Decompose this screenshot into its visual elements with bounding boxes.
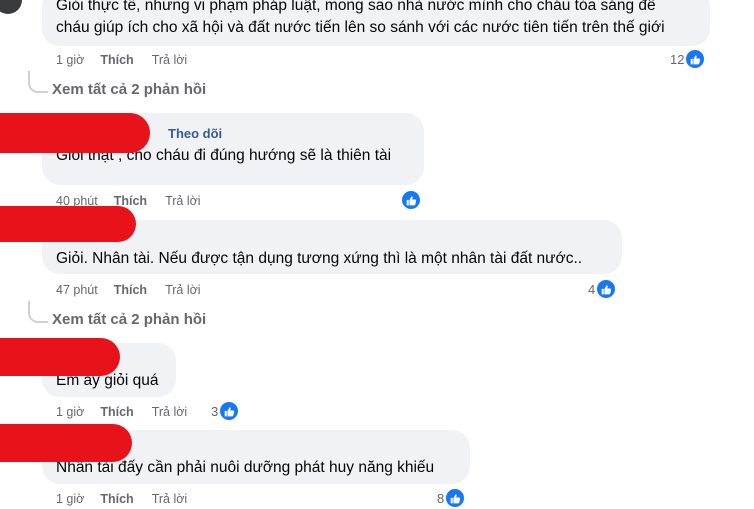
like-thumbs-up-icon	[444, 487, 467, 509]
reaction-count[interactable]: 12	[670, 48, 707, 70]
comment-text: Giỏi. Nhân tài. Nếu được tận dụng tương …	[56, 250, 583, 267]
comment-timestamp[interactable]: 1 giờ	[56, 53, 84, 67]
view-replies-label: Xem tất cả 2 phản hồi	[52, 81, 207, 98]
view-replies-link[interactable]: Xem tất cả 2 phản hồi	[28, 71, 207, 98]
like-button[interactable]: Thích	[100, 405, 133, 419]
reply-button[interactable]: Trả lời	[152, 492, 188, 506]
reply-button[interactable]: Trả lời	[152, 405, 188, 419]
comment-meta: 47 phút Thích Trả lời	[56, 280, 219, 300]
comment-timestamp[interactable]: 1 giờ	[56, 492, 84, 506]
thread-connector	[28, 71, 48, 93]
comment-text: cháu giúp ích cho xã hội và đất nước tiế…	[56, 19, 665, 36]
thread-connector	[28, 301, 48, 323]
comment-timestamp[interactable]: 47 phút	[56, 283, 98, 297]
like-button[interactable]: Thích	[100, 492, 133, 506]
reaction-count[interactable]: 4	[588, 278, 618, 300]
like-thumbs-up-icon	[400, 189, 422, 211]
view-replies-link[interactable]: Xem tất cả 2 phản hồi	[28, 301, 207, 328]
redacted-author-name	[0, 424, 132, 462]
like-button[interactable]: Thích	[100, 53, 133, 67]
reply-button[interactable]: Trả lời	[152, 53, 188, 67]
reaction-count-value: 12	[670, 51, 685, 67]
comment-bubble: Giỏi thực tế, nhưng vi phạm pháp luật, m…	[42, 0, 710, 46]
reply-button[interactable]: Trả lời	[165, 194, 201, 208]
reaction-count-value: 4	[588, 281, 596, 297]
like-button[interactable]: Thích	[114, 283, 147, 297]
view-replies-label: Xem tất cả 2 phản hồi	[52, 311, 207, 328]
avatar[interactable]	[0, 0, 22, 14]
comment-text: Giỏi thực tế, nhưng vi phạm pháp luật, m…	[56, 0, 656, 14]
like-thumbs-up-icon	[595, 278, 618, 300]
redacted-author-name	[0, 206, 136, 242]
comment-timestamp[interactable]: 1 giờ	[56, 405, 84, 419]
reaction-count[interactable]	[400, 189, 422, 211]
reaction-count-value: 8	[437, 490, 445, 506]
comment-meta: 1 giờ Thích Trả lời	[56, 50, 205, 70]
redacted-author-name	[0, 113, 150, 153]
follow-button[interactable]: Theo dõi	[168, 123, 222, 144]
comment-meta: 1 giờ Thích Trả lời	[56, 402, 205, 422]
redacted-author-name	[0, 338, 120, 376]
reaction-count-value: 3	[211, 403, 219, 419]
reply-button[interactable]: Trả lời	[165, 283, 201, 297]
like-thumbs-up-icon	[218, 400, 241, 422]
reaction-count[interactable]: 3	[211, 400, 241, 422]
like-thumbs-up-icon	[684, 48, 707, 70]
comment-meta: 1 giờ Thích Trả lời	[56, 489, 205, 509]
reaction-count[interactable]: 8	[437, 487, 467, 509]
